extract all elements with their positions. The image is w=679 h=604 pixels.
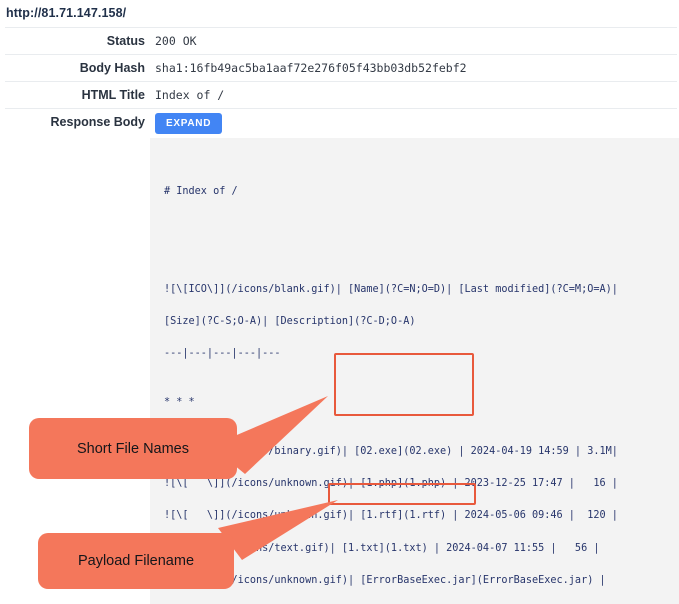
row-label-response-body: Response Body <box>50 115 145 129</box>
row-label-status: Status <box>106 34 145 48</box>
code-line: [Size](?C-S;O-A)| [Description](?C-D;O-A… <box>164 316 416 328</box>
code-line: ![\[ \]](/icons/unknown.gif)| [1.php](1.… <box>164 478 618 490</box>
table-row: Body Hash sha1:16fb49ac5ba1aaf72e276f05f… <box>5 54 677 82</box>
code-line: ![\[ \]](/icons/binary.gif)| [02.exe](02… <box>164 445 618 457</box>
table-row: Response Body EXPAND <box>5 108 677 139</box>
response-detail-panel: http://81.71.147.158/ Status 200 OK Body… <box>0 0 679 604</box>
row-value-body-hash: sha1:16fb49ac5ba1aaf72e276f05f43bb03db52… <box>155 61 467 75</box>
expand-button[interactable]: EXPAND <box>155 113 223 134</box>
row-value-html-title: Index of / <box>155 88 225 102</box>
row-value-response-body: EXPAND <box>151 109 677 139</box>
table-row: Status 200 OK <box>5 27 677 55</box>
code-line: ![\[ \]](/icons/unknown.gif)| [ErrorBase… <box>164 575 606 587</box>
callout-label: Payload Filename <box>77 553 195 569</box>
callout-label: Short File Names <box>76 440 189 457</box>
code-spacer <box>164 379 679 395</box>
code-spacer <box>164 233 679 249</box>
page-title-url: http://81.71.147.158/ <box>6 6 127 20</box>
code-heading: # Index of / <box>164 186 238 198</box>
code-line: ![\[ \]](/icons/unknown.gif)| [1.rtf](1.… <box>164 510 618 522</box>
code-line-list: ![\[ICO\]](/icons/blank.gif)| [Name](?C=… <box>164 282 679 604</box>
row-value-status: 200 OK <box>155 34 197 48</box>
table-row: HTML Title Index of / <box>5 81 677 109</box>
code-line: ![\[TXT\]](/icons/text.gif)| [1.txt](1.t… <box>164 542 600 554</box>
code-line: ---|---|---|---|--- <box>164 348 281 360</box>
response-detail-table: Status 200 OK Body Hash sha1:16fb49ac5ba… <box>5 27 677 138</box>
code-line: * * * <box>164 397 195 409</box>
code-line: ![\[ICO\]](/icons/blank.gif)| [Name](?C=… <box>164 283 618 295</box>
code-spacer <box>164 427 679 443</box>
table-body: Status 200 OK Body Hash sha1:16fb49ac5ba… <box>5 27 677 139</box>
row-label-html-title: HTML Title <box>81 88 145 102</box>
callout-short-file-names: Short File Names <box>29 418 237 479</box>
row-label-body-hash: Body Hash <box>79 61 145 75</box>
callout-payload-filename: Payload Filename <box>38 533 234 589</box>
